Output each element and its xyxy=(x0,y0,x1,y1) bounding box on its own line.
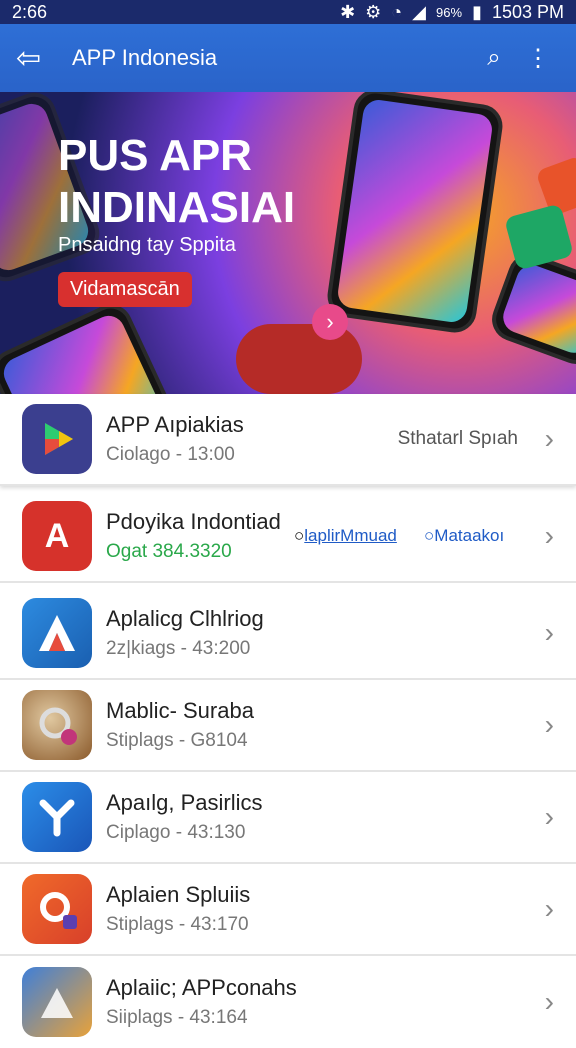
chevron-right-icon[interactable]: › xyxy=(312,304,348,340)
chevron-right-icon[interactable]: › xyxy=(545,617,554,649)
app-subtitle: Siiplags - 43:164 xyxy=(106,1007,248,1028)
battery-icon: ▮ xyxy=(472,1,482,22)
promo-banner[interactable]: PUS APR INDINASIAI Pnsaidng tay Sppita V… xyxy=(0,92,576,394)
radio-option-2[interactable]: ○Mataakoı xyxy=(424,526,504,546)
app-subtitle: Stiplags - G8104 xyxy=(106,730,248,751)
list-item-text: Apaılg, Pasirlics Ciplago - 43:130 xyxy=(106,790,576,844)
list-item[interactable]: Aplaien Spluiis Stiplags - 43:170 › xyxy=(0,864,576,956)
app-name: Aplaien Spluiis xyxy=(106,882,251,907)
app-triangle-icon xyxy=(22,598,92,668)
list-item-text: Aplaien Spluiis Stiplags - 43:170 xyxy=(106,882,576,936)
chevron-right-icon[interactable]: › xyxy=(545,520,554,552)
chevron-right-icon[interactable]: › xyxy=(545,893,554,925)
signal-icon: ◢ xyxy=(412,1,427,22)
wifi-icon: ◔ xyxy=(391,1,403,22)
chevron-right-icon[interactable]: › xyxy=(545,709,554,741)
list-item[interactable]: Aplalicg Clhlriog 2z|kiags - 43:200 › xyxy=(0,588,576,680)
app-bar: ⇦ APP Indonesia ⌕ ⋮ xyxy=(0,24,576,92)
status-bar: 2:66 ✱ ⚙ ◔ ◢ 96% ▮ 1503 PM xyxy=(0,0,576,24)
row-action-label[interactable]: Sthatarl Spıah xyxy=(398,428,518,450)
app-chart-icon xyxy=(22,967,92,1037)
app-subtitle: Stiplags - 43:170 xyxy=(106,914,249,935)
phone-illustration-main xyxy=(324,92,506,336)
settings-icon: ⚙ xyxy=(365,1,382,22)
app-list: APP Aıpiakias Ciolago - 13:00 Sthatarl S… xyxy=(0,394,576,1037)
banner-cta-button[interactable]: Vidamascān xyxy=(58,272,192,307)
app-name: Mablic- Suraba xyxy=(106,698,254,723)
page-title: APP Indonesia xyxy=(72,45,218,70)
banner-subtitle: Pnsaidng tay Sppita xyxy=(58,234,236,256)
list-item[interactable]: APP Aıpiakias Ciolago - 13:00 Sthatarl S… xyxy=(0,394,576,486)
list-item-text: Aplalicg Clhlriog 2z|kiags - 43:200 xyxy=(106,606,576,660)
bluetooth-icon: ✱ xyxy=(340,1,356,22)
list-item[interactable]: Mablic- Suraba Stiplags - G8104 › xyxy=(0,680,576,772)
list-item[interactable]: Aplaiic; APPconahs Siiplags - 43:164 › xyxy=(0,956,576,1048)
app-name: Aplaiic; APPconahs xyxy=(106,975,297,1000)
status-time: 2:66 xyxy=(12,1,48,22)
radio-option-2-label[interactable]: Mataakoı xyxy=(434,526,504,545)
status-clock: 1503 PM xyxy=(491,1,564,22)
play-store-icon xyxy=(22,404,92,474)
app-ring-icon xyxy=(22,874,92,944)
app-name: Aplalicg Clhlriog xyxy=(106,606,264,631)
banner-headline: PUS APR INDINASIAI xyxy=(58,131,296,232)
app-subtitle: 2z|kiags - 43:200 xyxy=(106,638,251,659)
list-item-text: Mablic- Suraba Stiplags - G8104 xyxy=(106,698,576,752)
search-icon[interactable]: ⌕ xyxy=(472,44,516,72)
list-item[interactable]: A Pdoyika Indontiad Ogat 384.3320 ○lapli… xyxy=(0,491,576,583)
list-item-text: Aplaiic; APPconahs Siiplags - 43:164 xyxy=(106,975,576,1029)
app-subtitle: Ciplago - 43:130 xyxy=(106,822,246,843)
radio-option-1[interactable]: ○laplirMmuad xyxy=(294,526,397,546)
status-right: ✱ ⚙ ◔ ◢ 96% ▮ 1503 PM xyxy=(340,2,564,23)
video-tile-icon xyxy=(236,324,362,394)
app-photo-icon xyxy=(22,690,92,760)
chevron-right-icon[interactable]: › xyxy=(545,423,554,455)
back-arrow-icon[interactable]: ⇦ xyxy=(16,41,56,76)
chevron-right-icon[interactable]: › xyxy=(545,801,554,833)
chevron-right-icon[interactable]: › xyxy=(545,986,554,1018)
app-name: Apaılg, Pasirlics xyxy=(106,790,263,815)
phone-illustration-left xyxy=(0,297,185,394)
list-item[interactable]: Apaılg, Pasirlics Ciplago - 43:130 › xyxy=(0,772,576,864)
app-y-icon xyxy=(22,782,92,852)
more-menu-icon[interactable]: ⋮ xyxy=(516,44,560,73)
app-tile-icon xyxy=(504,203,574,271)
app-a-icon: A xyxy=(22,501,92,571)
radio-option-1-label[interactable]: laplirMmuad xyxy=(304,526,397,545)
battery-text: 96% xyxy=(436,4,463,20)
